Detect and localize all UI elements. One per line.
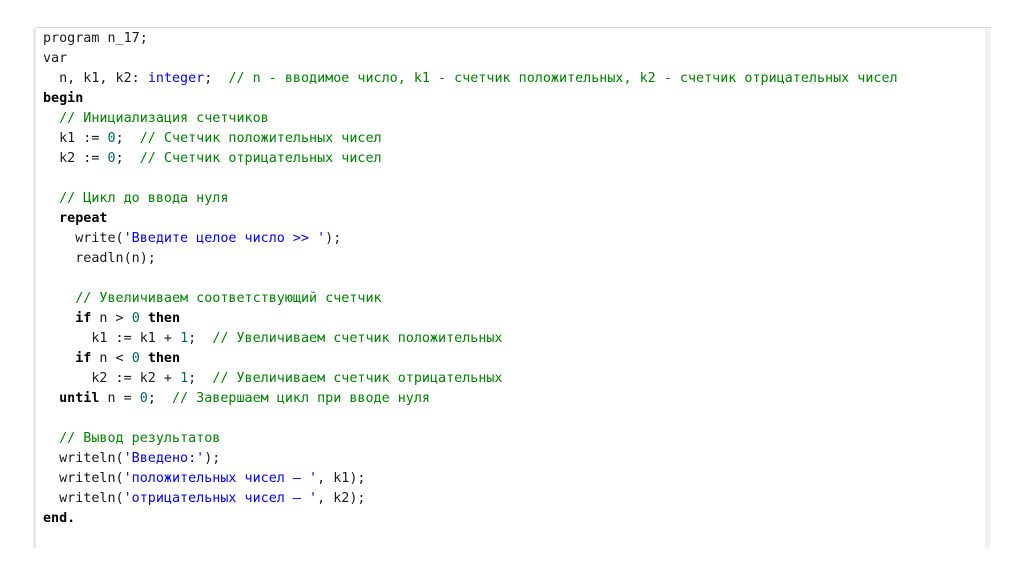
- editor-scrollbar[interactable]: [985, 28, 990, 548]
- code-line: writeln('отрицательных чисел – ', k2);: [43, 489, 898, 509]
- string-literal: 'отрицательных чисел – ': [123, 491, 318, 506]
- code-text: k1 :=: [43, 131, 108, 146]
- number-literal: 1: [180, 371, 189, 386]
- code-text: k1 := k1 +: [43, 331, 181, 346]
- code-line: k2 := k2 + 1; // Увеличиваем счетчик отр…: [43, 369, 898, 389]
- code-line: write('Введите целое число >> ');: [43, 229, 898, 249]
- code-text: ;: [188, 371, 213, 386]
- code-text: write(: [43, 231, 124, 246]
- code-line: n, k1, k2: integer; // n - вводимое числ…: [43, 69, 898, 89]
- code-line: writeln('Введено:');: [43, 449, 898, 469]
- code-line: program n_17;: [43, 29, 898, 49]
- code-text: ;: [115, 151, 140, 166]
- code-text: ;: [115, 131, 140, 146]
- code-editor[interactable]: program n_17;var n, k1, k2: integer; // …: [43, 29, 898, 529]
- number-literal: 1: [180, 331, 189, 346]
- string-literal: 'Введите целое число >> ': [123, 231, 326, 246]
- code-text: n =: [99, 391, 140, 406]
- keyword: repeat: [59, 211, 108, 226]
- keyword: if: [75, 311, 92, 326]
- code-text: );: [325, 231, 342, 246]
- keyword: then: [147, 351, 181, 366]
- code-text: , k2);: [317, 491, 366, 506]
- code-text: writeln(: [43, 451, 124, 466]
- editor-top-border: [36, 27, 991, 28]
- comment: // Счетчик положительных чисел: [139, 131, 382, 146]
- code-text: k2 :=: [43, 151, 108, 166]
- code-text: , k1);: [317, 471, 366, 486]
- type-name: integer: [147, 71, 205, 86]
- code-text: ;: [188, 331, 213, 346]
- comment: // Вывод результатов: [59, 431, 221, 446]
- code-line: k2 := 0; // Счетчик отрицательных чисел: [43, 149, 898, 169]
- code-line: if n < 0 then: [43, 349, 898, 369]
- code-text: n >: [91, 311, 132, 326]
- number-literal: 0: [131, 351, 140, 366]
- comment: // Счетчик отрицательных чисел: [139, 151, 382, 166]
- string-literal: 'положительных чисел – ': [123, 471, 318, 486]
- code-text: ;: [147, 391, 172, 406]
- code-line: // Вывод результатов: [43, 429, 898, 449]
- code-line: readln(n);: [43, 249, 898, 269]
- number-literal: 0: [131, 311, 140, 326]
- code-line: repeat: [43, 209, 898, 229]
- code-text: ;: [204, 71, 229, 86]
- number-literal: 0: [107, 131, 116, 146]
- number-literal: 0: [107, 151, 116, 166]
- code-line: k1 := 0; // Счетчик положительных чисел: [43, 129, 898, 149]
- code-line: // Увеличиваем соответствующий счетчик: [43, 289, 898, 309]
- keyword: until: [59, 391, 100, 406]
- code-text: n, k1, k2:: [43, 71, 148, 86]
- code-line: writeln('положительных чисел – ', k1);: [43, 469, 898, 489]
- keyword: then: [147, 311, 181, 326]
- code-text: var: [43, 51, 68, 66]
- code-text: program n_17;: [43, 31, 148, 46]
- code-text: n <: [91, 351, 132, 366]
- string-literal: 'Введено:': [123, 451, 205, 466]
- comment: // Инициализация счетчиков: [59, 111, 269, 126]
- keyword: if: [75, 351, 92, 366]
- comment: // Увеличиваем счетчик отрицательных: [212, 371, 503, 386]
- comment: // Завершаем цикл при вводе нуля: [172, 391, 430, 406]
- code-line: end.: [43, 509, 898, 529]
- comment: // n - вводимое число, k1 - счетчик поло…: [228, 71, 898, 86]
- editor-gutter: [33, 28, 36, 548]
- keyword: begin: [43, 91, 84, 106]
- code-line: if n > 0 then: [43, 309, 898, 329]
- code-text: );: [204, 451, 221, 466]
- code-text: k2 := k2 +: [43, 371, 181, 386]
- comment: // Увеличиваем соответствующий счетчик: [75, 291, 382, 306]
- code-line: begin: [43, 89, 898, 109]
- comment: // Цикл до ввода нуля: [59, 191, 229, 206]
- keyword: end.: [43, 511, 76, 526]
- code-line: until n = 0; // Завершаем цикл при вводе…: [43, 389, 898, 409]
- code-line: k1 := k1 + 1; // Увеличиваем счетчик пол…: [43, 329, 898, 349]
- code-line: // Цикл до ввода нуля: [43, 189, 898, 209]
- code-line: // Инициализация счетчиков: [43, 109, 898, 129]
- code-line: var: [43, 49, 898, 69]
- code-text: writeln(: [43, 471, 124, 486]
- code-text: writeln(: [43, 491, 124, 506]
- comment: // Увеличиваем счетчик положительных: [212, 331, 503, 346]
- number-literal: 0: [139, 391, 148, 406]
- code-text: readln(n);: [43, 251, 156, 266]
